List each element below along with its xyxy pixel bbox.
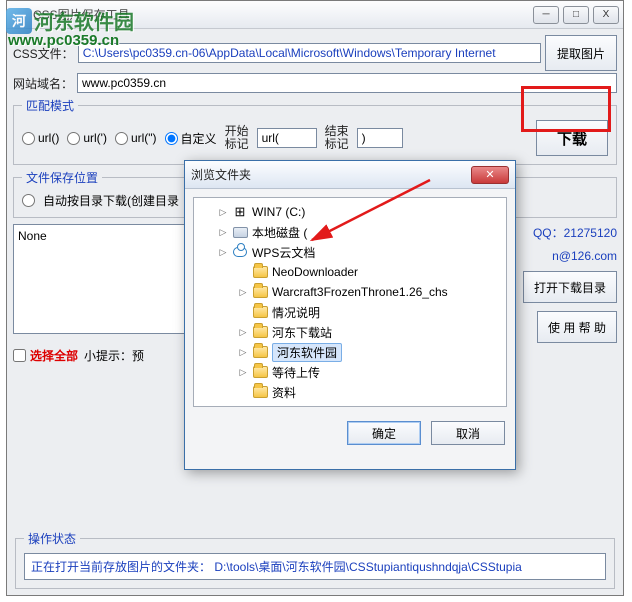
- tree-node[interactable]: 资料: [196, 382, 504, 402]
- folder-icon: [253, 286, 268, 298]
- end-mark-input[interactable]: [357, 128, 403, 148]
- folder-icon: [253, 266, 268, 278]
- tip-text: 小提示：预: [84, 347, 144, 364]
- domain-label: 网站域名：: [13, 75, 73, 92]
- tree-node-label: 资料: [272, 384, 296, 401]
- end-mark-label: 结束 标记: [325, 125, 349, 151]
- drive-icon: [233, 227, 248, 238]
- windows-icon: ⊞: [235, 204, 246, 220]
- folder-tree[interactable]: ▷ ⊞ WIN7 (C:) ▷ 本地磁盘 ( ▷ WPS云文档 NeoDownloader ▷ W…: [193, 197, 507, 407]
- tree-node[interactable]: ▷ Warcraft3FrozenThrone1.26_chs: [196, 282, 504, 302]
- watermark-text: 河东软件园: [34, 6, 134, 35]
- tree-node-label: WPS云文档: [252, 244, 315, 261]
- expand-icon[interactable]: ▷: [218, 227, 228, 238]
- start-mark-input[interactable]: [257, 128, 317, 148]
- expand-icon[interactable]: ▷: [238, 367, 248, 378]
- match-mode-group: 匹配模式 url() url(') url(") 自定义 开始 标记 结束 标记…: [13, 97, 617, 165]
- cloud-icon: [233, 247, 247, 257]
- extract-button[interactable]: 提取图片: [545, 35, 617, 71]
- tree-node[interactable]: ▷ ⊞ WIN7 (C:): [196, 202, 504, 222]
- folder-icon: [253, 346, 268, 358]
- tree-node[interactable]: ▷ 等待上传: [196, 362, 504, 382]
- tree-node-label: 本地磁盘 (: [252, 224, 307, 241]
- watermark-url: www.pc0359.cn: [8, 32, 119, 49]
- tree-node-label: WIN7 (C:): [252, 205, 305, 219]
- dialog-cancel-button[interactable]: 取消: [431, 421, 505, 445]
- expand-icon[interactable]: ▷: [238, 347, 248, 358]
- contact-mail: n@126.com: [552, 249, 617, 263]
- dialog-close-button[interactable]: ✕: [471, 166, 509, 184]
- css-file-path: C:\Users\pc0359.cn-06\AppData\Local\Micr…: [78, 43, 541, 63]
- status-legend: 操作状态: [24, 530, 80, 547]
- tree-node[interactable]: ▷ 河东下载站: [196, 322, 504, 342]
- close-button[interactable]: X: [593, 6, 619, 24]
- tree-node-label: 情况说明: [272, 304, 320, 321]
- start-mark-label: 开始 标记: [225, 125, 249, 151]
- open-dir-button[interactable]: 打开下载目录: [523, 271, 617, 303]
- folder-icon: [253, 306, 268, 318]
- folder-icon: [253, 386, 268, 398]
- dialog-title: 浏览文件夹: [191, 166, 471, 183]
- help-button[interactable]: 使 用 帮 助: [537, 311, 617, 343]
- tree-node[interactable]: 情况说明: [196, 302, 504, 322]
- match-radio-3[interactable]: url("): [115, 131, 157, 145]
- tree-node-label: Warcraft3FrozenThrone1.26_chs: [272, 285, 448, 299]
- folder-icon: [253, 366, 268, 378]
- watermark-logo: 河: [6, 8, 32, 34]
- download-button[interactable]: 下载: [536, 120, 608, 156]
- save-location-legend: 文件保存位置: [22, 169, 102, 186]
- status-group: 操作状态 正在打开当前存放图片的文件夹： D:\tools\桌面\河东软件园\C…: [15, 530, 615, 589]
- tree-node[interactable]: ▷ WPS云文档: [196, 242, 504, 262]
- expand-icon[interactable]: ▷: [218, 247, 228, 258]
- contact-qq: QQ：21275120: [533, 224, 617, 241]
- dialog-ok-button[interactable]: 确定: [347, 421, 421, 445]
- maximize-button[interactable]: □: [563, 6, 589, 24]
- expand-icon[interactable]: ▷: [218, 207, 228, 218]
- watermark: 河 河东软件园: [6, 6, 134, 35]
- match-radio-4[interactable]: 自定义: [165, 130, 217, 147]
- tree-node[interactable]: NeoDownloader: [196, 262, 504, 282]
- tree-node[interactable]: ▷ 河东软件园: [196, 342, 504, 362]
- browse-folder-dialog: 浏览文件夹 ✕ ▷ ⊞ WIN7 (C:) ▷ 本地磁盘 ( ▷ WPS云文档 NeoDown…: [184, 160, 516, 470]
- expand-icon[interactable]: ▷: [238, 287, 248, 298]
- tree-node[interactable]: ▷ 本地磁盘 (: [196, 222, 504, 242]
- minimize-button[interactable]: ─: [533, 6, 559, 24]
- match-mode-legend: 匹配模式: [22, 97, 78, 114]
- status-text: 正在打开当前存放图片的文件夹： D:\tools\桌面\河东软件园\CSStup…: [24, 553, 606, 580]
- match-radio-2[interactable]: url('): [67, 131, 107, 145]
- expand-icon[interactable]: ▷: [238, 327, 248, 338]
- tree-node-label: 河东软件园: [272, 343, 342, 362]
- tree-node-label: 河东下载站: [272, 324, 332, 341]
- tree-node-label: 等待上传: [272, 364, 320, 381]
- match-radio-1[interactable]: url(): [22, 131, 59, 145]
- tree-node-label: NeoDownloader: [272, 265, 358, 279]
- domain-input[interactable]: [77, 73, 617, 93]
- select-all-checkbox[interactable]: 选择全部: [13, 347, 78, 364]
- folder-icon: [253, 326, 268, 338]
